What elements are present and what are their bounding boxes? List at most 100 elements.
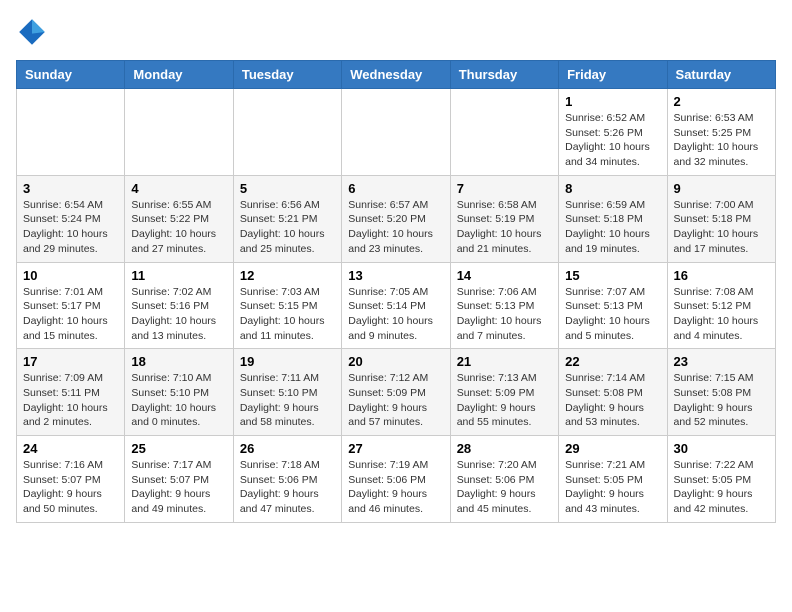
header-monday: Monday [125, 61, 233, 89]
day-number: 14 [457, 268, 552, 283]
calendar-header-row: SundayMondayTuesdayWednesdayThursdayFrid… [17, 61, 776, 89]
header-friday: Friday [559, 61, 667, 89]
calendar-cell: 30 Sunrise: 7:22 AM Sunset: 5:05 PM Dayli… [667, 436, 775, 523]
day-info: Sunrise: 7:08 AM Sunset: 5:12 PM Dayligh… [674, 285, 769, 344]
calendar-cell [342, 89, 450, 176]
calendar-cell: 9 Sunrise: 7:00 AM Sunset: 5:18 PM Daylig… [667, 175, 775, 262]
day-number: 2 [674, 94, 769, 109]
day-info: Sunrise: 7:05 AM Sunset: 5:14 PM Dayligh… [348, 285, 443, 344]
calendar-cell [125, 89, 233, 176]
calendar-cell: 6 Sunrise: 6:57 AM Sunset: 5:20 PM Daylig… [342, 175, 450, 262]
day-number: 29 [565, 441, 660, 456]
calendar-cell: 10 Sunrise: 7:01 AM Sunset: 5:17 PM Dayli… [17, 262, 125, 349]
calendar-cell: 2 Sunrise: 6:53 AM Sunset: 5:25 PM Daylig… [667, 89, 775, 176]
calendar-cell: 8 Sunrise: 6:59 AM Sunset: 5:18 PM Daylig… [559, 175, 667, 262]
calendar-cell [233, 89, 341, 176]
day-info: Sunrise: 7:18 AM Sunset: 5:06 PM Dayligh… [240, 458, 335, 517]
day-info: Sunrise: 7:06 AM Sunset: 5:13 PM Dayligh… [457, 285, 552, 344]
calendar-cell: 11 Sunrise: 7:02 AM Sunset: 5:16 PM Dayli… [125, 262, 233, 349]
day-info: Sunrise: 6:52 AM Sunset: 5:26 PM Dayligh… [565, 111, 660, 170]
calendar-cell [17, 89, 125, 176]
day-info: Sunrise: 7:20 AM Sunset: 5:06 PM Dayligh… [457, 458, 552, 517]
day-info: Sunrise: 6:59 AM Sunset: 5:18 PM Dayligh… [565, 198, 660, 257]
day-number: 30 [674, 441, 769, 456]
day-info: Sunrise: 7:01 AM Sunset: 5:17 PM Dayligh… [23, 285, 118, 344]
calendar-week-5: 24 Sunrise: 7:16 AM Sunset: 5:07 PM Dayli… [17, 436, 776, 523]
header-thursday: Thursday [450, 61, 558, 89]
day-info: Sunrise: 6:56 AM Sunset: 5:21 PM Dayligh… [240, 198, 335, 257]
calendar-cell: 25 Sunrise: 7:17 AM Sunset: 5:07 PM Dayli… [125, 436, 233, 523]
day-number: 17 [23, 354, 118, 369]
day-number: 3 [23, 181, 118, 196]
day-info: Sunrise: 7:10 AM Sunset: 5:10 PM Dayligh… [131, 371, 226, 430]
calendar-cell: 22 Sunrise: 7:14 AM Sunset: 5:08 PM Dayli… [559, 349, 667, 436]
day-number: 22 [565, 354, 660, 369]
calendar-cell: 23 Sunrise: 7:15 AM Sunset: 5:08 PM Dayli… [667, 349, 775, 436]
calendar-cell: 17 Sunrise: 7:09 AM Sunset: 5:11 PM Dayli… [17, 349, 125, 436]
day-number: 24 [23, 441, 118, 456]
day-number: 7 [457, 181, 552, 196]
calendar-week-2: 3 Sunrise: 6:54 AM Sunset: 5:24 PM Daylig… [17, 175, 776, 262]
day-number: 18 [131, 354, 226, 369]
day-info: Sunrise: 6:54 AM Sunset: 5:24 PM Dayligh… [23, 198, 118, 257]
calendar-table: SundayMondayTuesdayWednesdayThursdayFrid… [16, 60, 776, 523]
day-number: 11 [131, 268, 226, 283]
day-info: Sunrise: 7:09 AM Sunset: 5:11 PM Dayligh… [23, 371, 118, 430]
day-number: 16 [674, 268, 769, 283]
day-number: 21 [457, 354, 552, 369]
day-number: 4 [131, 181, 226, 196]
calendar-cell: 28 Sunrise: 7:20 AM Sunset: 5:06 PM Dayli… [450, 436, 558, 523]
calendar-cell: 1 Sunrise: 6:52 AM Sunset: 5:26 PM Daylig… [559, 89, 667, 176]
day-info: Sunrise: 7:16 AM Sunset: 5:07 PM Dayligh… [23, 458, 118, 517]
day-number: 20 [348, 354, 443, 369]
day-info: Sunrise: 7:07 AM Sunset: 5:13 PM Dayligh… [565, 285, 660, 344]
calendar-cell: 12Sunrise: 7:03 AM Sunset: 5:15 PM Dayli… [233, 262, 341, 349]
day-info: Sunrise: 6:53 AM Sunset: 5:25 PM Dayligh… [674, 111, 769, 170]
calendar-cell [450, 89, 558, 176]
calendar-cell: 5 Sunrise: 6:56 AM Sunset: 5:21 PM Daylig… [233, 175, 341, 262]
day-number: 5 [240, 181, 335, 196]
day-number: 10 [23, 268, 118, 283]
calendar-cell: 19Sunrise: 7:11 AM Sunset: 5:10 PM Dayli… [233, 349, 341, 436]
day-info: Sunrise: 7:12 AM Sunset: 5:09 PM Dayligh… [348, 371, 443, 430]
day-info: Sunrise: 7:03 AM Sunset: 5:15 PM Dayligh… [240, 285, 335, 344]
day-number: 1 [565, 94, 660, 109]
calendar-cell: 7Sunrise: 6:58 AM Sunset: 5:19 PM Daylig… [450, 175, 558, 262]
day-number: 9 [674, 181, 769, 196]
logo-icon [16, 16, 48, 48]
calendar-cell: 14 Sunrise: 7:06 AM Sunset: 5:13 PM Dayli… [450, 262, 558, 349]
day-number: 6 [348, 181, 443, 196]
calendar-cell: 29Sunrise: 7:21 AM Sunset: 5:05 PM Dayli… [559, 436, 667, 523]
header [16, 16, 776, 48]
day-info: Sunrise: 7:02 AM Sunset: 5:16 PM Dayligh… [131, 285, 226, 344]
header-wednesday: Wednesday [342, 61, 450, 89]
day-info: Sunrise: 7:14 AM Sunset: 5:08 PM Dayligh… [565, 371, 660, 430]
header-tuesday: Tuesday [233, 61, 341, 89]
calendar-cell: 18 Sunrise: 7:10 AM Sunset: 5:10 PM Dayli… [125, 349, 233, 436]
day-number: 8 [565, 181, 660, 196]
day-number: 27 [348, 441, 443, 456]
day-number: 23 [674, 354, 769, 369]
calendar-cell: 20 Sunrise: 7:12 AM Sunset: 5:09 PM Dayli… [342, 349, 450, 436]
day-number: 28 [457, 441, 552, 456]
header-sunday: Sunday [17, 61, 125, 89]
day-info: Sunrise: 7:17 AM Sunset: 5:07 PM Dayligh… [131, 458, 226, 517]
calendar-cell: 26 Sunrise: 7:18 AM Sunset: 5:06 PM Dayli… [233, 436, 341, 523]
header-saturday: Saturday [667, 61, 775, 89]
day-info: Sunrise: 6:57 AM Sunset: 5:20 PM Dayligh… [348, 198, 443, 257]
day-number: 25 [131, 441, 226, 456]
logo [16, 16, 52, 48]
day-info: Sunrise: 7:00 AM Sunset: 5:18 PM Dayligh… [674, 198, 769, 257]
day-info: Sunrise: 7:13 AM Sunset: 5:09 PM Dayligh… [457, 371, 552, 430]
day-number: 15 [565, 268, 660, 283]
day-info: Sunrise: 7:15 AM Sunset: 5:08 PM Dayligh… [674, 371, 769, 430]
day-info: Sunrise: 6:55 AM Sunset: 5:22 PM Dayligh… [131, 198, 226, 257]
calendar-cell: 24 Sunrise: 7:16 AM Sunset: 5:07 PM Dayli… [17, 436, 125, 523]
day-info: Sunrise: 7:22 AM Sunset: 5:05 PM Dayligh… [674, 458, 769, 517]
calendar-cell: 21 Sunrise: 7:13 AM Sunset: 5:09 PM Dayli… [450, 349, 558, 436]
calendar-cell: 3 Sunrise: 6:54 AM Sunset: 5:24 PM Daylig… [17, 175, 125, 262]
day-info: Sunrise: 7:11 AM Sunset: 5:10 PM Dayligh… [240, 371, 335, 430]
calendar-week-1: 1 Sunrise: 6:52 AM Sunset: 5:26 PM Daylig… [17, 89, 776, 176]
day-number: 26 [240, 441, 335, 456]
calendar-cell: 4 Sunrise: 6:55 AM Sunset: 5:22 PM Daylig… [125, 175, 233, 262]
